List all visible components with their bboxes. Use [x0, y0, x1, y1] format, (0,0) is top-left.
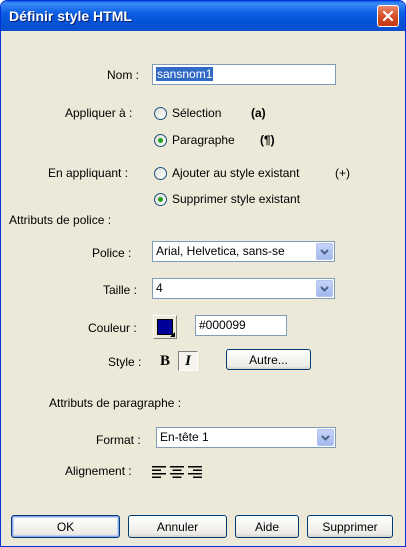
font-label: Police : — [92, 246, 132, 260]
format-select[interactable]: En-tête 1 — [156, 427, 336, 448]
name-input[interactable]: sansnom1 — [152, 64, 336, 85]
size-select[interactable]: 4 — [152, 278, 335, 299]
title-bar[interactable]: Définir style HTML — [1, 1, 405, 31]
color-hex-input[interactable]: #000099 — [195, 315, 287, 336]
bold-button[interactable]: B — [155, 351, 175, 371]
ok-button[interactable]: OK — [11, 515, 120, 538]
format-dropdown-button[interactable] — [317, 429, 334, 446]
name-label: Nom : — [107, 68, 140, 82]
font-dropdown-button[interactable] — [316, 243, 333, 260]
font-attributes-heading: Attributs de police : — [9, 213, 112, 227]
delete-button-label: Supprimer — [322, 519, 378, 534]
align-center-icon[interactable] — [170, 466, 184, 478]
style-label: Style : — [108, 355, 142, 369]
color-picker-button[interactable] — [153, 315, 177, 339]
radio-selection-label[interactable]: Sélection — [172, 106, 221, 120]
alignment-label: Alignement : — [65, 464, 132, 478]
cancel-button-label: Annuler — [156, 519, 199, 534]
format-select-value: En-tête 1 — [160, 430, 209, 444]
radio-paragraph-label[interactable]: Paragraphe — [172, 133, 235, 147]
ok-button-label: OK — [56, 519, 75, 534]
chevron-down-icon — [321, 434, 330, 441]
align-left-icon[interactable] — [152, 466, 166, 478]
radio-add-style[interactable] — [154, 167, 167, 180]
bold-icon: B — [159, 352, 170, 369]
chevron-down-icon — [320, 285, 329, 292]
other-style-button-label: Autre... — [249, 352, 288, 367]
color-hex-value: #000099 — [199, 318, 246, 332]
radio-remove-style[interactable] — [154, 193, 167, 206]
name-input-value: sansnom1 — [156, 67, 214, 81]
italic-button[interactable]: I — [178, 351, 198, 371]
color-label: Couleur : — [88, 321, 137, 335]
radio-selection[interactable] — [154, 107, 167, 120]
close-button[interactable] — [377, 5, 399, 27]
add-style-shortcut: (+) — [335, 166, 350, 180]
radio-add-style-label[interactable]: Ajouter au style existant — [172, 166, 299, 180]
format-label: Format : — [96, 433, 141, 447]
color-dropdown-indicator — [170, 332, 175, 337]
radio-paragraph[interactable] — [154, 134, 167, 147]
selection-shortcut: (a) — [251, 106, 266, 120]
size-label: Taille : — [103, 283, 138, 297]
paragraph-attributes-heading: Attributs de paragraphe : — [49, 396, 182, 410]
size-select-value: 4 — [156, 281, 163, 295]
radio-remove-style-label[interactable]: Supprimer style existant — [172, 192, 300, 206]
italic-icon: I — [185, 352, 191, 369]
close-icon — [382, 10, 394, 22]
help-button[interactable]: Aide — [235, 515, 299, 538]
delete-button[interactable]: Supprimer — [307, 515, 393, 538]
paragraph-shortcut: (¶) — [260, 133, 275, 147]
when-applying-label: En appliquant : — [48, 166, 129, 180]
other-style-button[interactable]: Autre... — [226, 349, 311, 370]
help-button-label: Aide — [254, 519, 280, 534]
dialog-body: Nom : sansnom1 Appliquer à : Sélection (… — [4, 31, 402, 545]
window-title: Définir style HTML — [9, 8, 132, 24]
chevron-down-icon — [320, 248, 329, 255]
align-right-icon[interactable] — [188, 466, 202, 478]
apply-to-label: Appliquer à : — [65, 106, 133, 120]
cancel-button[interactable]: Annuler — [128, 515, 227, 538]
size-dropdown-button[interactable] — [316, 280, 333, 297]
font-select-value: Arial, Helvetica, sans-se — [156, 244, 285, 258]
font-select[interactable]: Arial, Helvetica, sans-se — [152, 241, 335, 262]
dialog-window: Définir style HTML Nom : sansnom1 Appliq… — [0, 0, 406, 547]
